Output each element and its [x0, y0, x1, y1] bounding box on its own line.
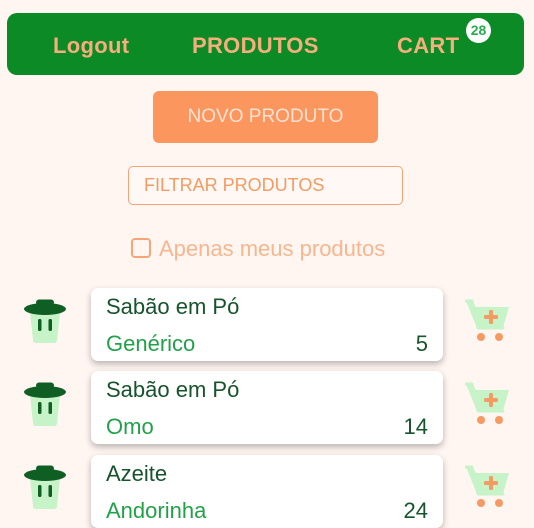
trash-icon[interactable]	[23, 464, 67, 510]
product-brand: Andorinha	[106, 498, 207, 523]
product-name: Sabão em Pó	[106, 294, 240, 319]
cart-plus-icon[interactable]	[465, 464, 511, 510]
product-quantity: 14	[403, 414, 428, 439]
only-my-products-checkbox[interactable]	[131, 238, 151, 258]
produtos-link[interactable]: PRODUTOS	[192, 33, 319, 59]
product-card[interactable]: Sabão em Pó Omo 14	[91, 371, 443, 444]
cart-plus-icon[interactable]	[465, 381, 511, 427]
trash-icon[interactable]	[23, 298, 67, 344]
trash-icon[interactable]	[23, 381, 67, 427]
product-quantity: 24	[403, 498, 428, 523]
cart-count-badge: 28	[466, 18, 491, 43]
product-quantity: 5	[415, 331, 428, 356]
filter-products-input[interactable]	[128, 166, 403, 205]
product-brand: Genérico	[106, 331, 196, 356]
logout-link[interactable]: Logout	[53, 33, 129, 59]
cart-link[interactable]: CART	[397, 33, 459, 59]
only-my-products-label: Apenas meus produtos	[159, 236, 386, 261]
product-card[interactable]: Azeite Andorinha 24	[91, 455, 443, 528]
new-product-button[interactable]: NOVO PRODUTO	[153, 91, 378, 143]
product-name: Sabão em Pó	[106, 377, 240, 402]
product-brand: Omo	[106, 414, 154, 439]
product-name: Azeite	[106, 461, 168, 486]
cart-plus-icon[interactable]	[465, 298, 511, 344]
product-card[interactable]: Sabão em Pó Genérico 5	[91, 288, 443, 361]
